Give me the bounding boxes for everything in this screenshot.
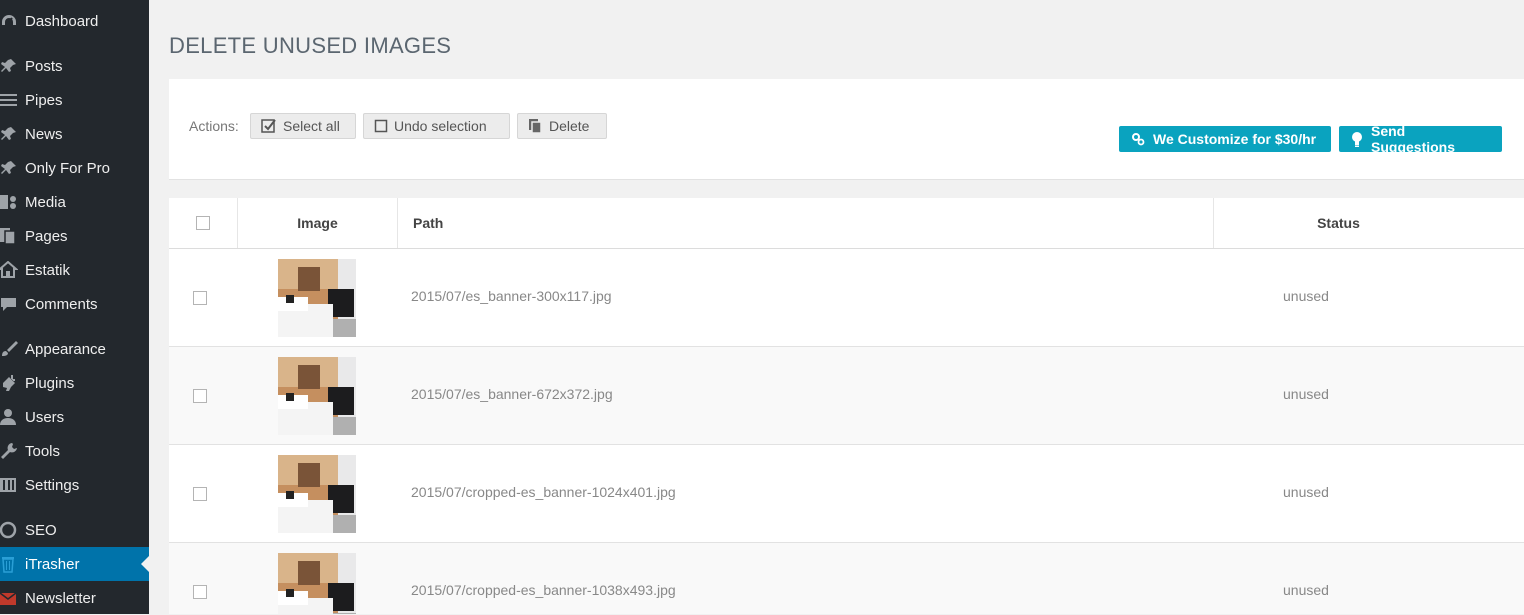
copy-icon bbox=[528, 118, 543, 134]
header-image[interactable]: Image bbox=[237, 198, 397, 248]
table-header: Image Path Status bbox=[169, 198, 1524, 249]
admin-sidebar: Dashboard Posts Pipes News Only For Pro … bbox=[0, 0, 149, 614]
undo-selection-button[interactable]: Undo selection bbox=[363, 113, 510, 139]
wrench-icon bbox=[0, 434, 25, 468]
sidebar-item-label: News bbox=[25, 125, 63, 143]
select-all-button[interactable]: Select all bbox=[250, 113, 356, 139]
image-thumbnail[interactable] bbox=[278, 357, 356, 435]
sidebar-item-label: iTrasher bbox=[25, 555, 80, 573]
sidebar-item-plugins[interactable]: Plugins bbox=[0, 366, 149, 400]
sidebar-item-only-for-pro[interactable]: Only For Pro bbox=[0, 151, 149, 185]
sidebar-item-newsletter[interactable]: Newsletter bbox=[0, 581, 149, 615]
brush-icon bbox=[0, 332, 25, 366]
sidebar-item-label: Plugins bbox=[25, 374, 75, 392]
customize-button[interactable]: We Customize for $30/hr bbox=[1119, 126, 1331, 152]
sidebar-item-itrasher[interactable]: iTrasher bbox=[0, 547, 149, 581]
sidebar-item-label: Appearance bbox=[25, 340, 106, 358]
image-path: 2015/07/cropped-es_banner-1038x493.jpg bbox=[411, 582, 676, 598]
actions-label: Actions: bbox=[189, 118, 239, 134]
trash-icon bbox=[0, 547, 25, 581]
sidebar-item-label: SEO bbox=[25, 521, 57, 539]
image-thumbnail[interactable] bbox=[278, 455, 356, 533]
image-thumbnail[interactable] bbox=[278, 259, 356, 337]
row-checkbox[interactable] bbox=[193, 291, 207, 305]
sidebar-item-pipes[interactable]: Pipes bbox=[0, 83, 149, 117]
sidebar-item-settings[interactable]: Settings bbox=[0, 468, 149, 502]
pin-icon bbox=[0, 49, 25, 83]
sidebar-item-label: Pipes bbox=[25, 91, 63, 109]
list-icon bbox=[0, 83, 25, 117]
sidebar-item-media[interactable]: Media bbox=[0, 185, 149, 219]
table-row: 2015/07/cropped-es_banner-1024x401.jpg u… bbox=[169, 445, 1524, 543]
gears-icon bbox=[1131, 132, 1145, 146]
header-checkbox-cell bbox=[169, 198, 237, 248]
delete-label: Delete bbox=[549, 118, 590, 134]
send-suggestions-label: Send Suggestions bbox=[1371, 123, 1456, 155]
sidebar-item-label: Only For Pro bbox=[25, 159, 111, 177]
image-thumbnail[interactable] bbox=[278, 553, 356, 614]
row-checkbox[interactable] bbox=[193, 389, 207, 403]
table-row: 2015/07/cropped-es_banner-1038x493.jpg u… bbox=[169, 543, 1524, 614]
sidebar-item-label: Dashboard bbox=[25, 12, 99, 30]
lightbulb-icon bbox=[1351, 131, 1363, 147]
sidebar-item-appearance[interactable]: Appearance bbox=[0, 332, 149, 366]
table-row: 2015/07/es_banner-300x117.jpg unused bbox=[169, 249, 1524, 347]
sidebar-item-pages[interactable]: Pages bbox=[0, 219, 149, 253]
mail-icon bbox=[0, 581, 25, 615]
sidebar-item-label: Estatik bbox=[25, 261, 71, 279]
empty-box-icon bbox=[374, 119, 388, 133]
sidebar-item-label: Posts bbox=[25, 57, 63, 75]
sidebar-item-dashboard[interactable]: Dashboard bbox=[0, 4, 149, 38]
sidebar-item-label: Pages bbox=[25, 227, 68, 245]
sidebar-item-tools[interactable]: Tools bbox=[0, 434, 149, 468]
send-suggestions-button[interactable]: Send Suggestions bbox=[1339, 123, 1502, 155]
select-all-label: Select all bbox=[283, 118, 340, 134]
sidebar-item-estatik[interactable]: Estatik bbox=[0, 253, 149, 287]
sidebar-item-label: Comments bbox=[25, 295, 98, 313]
image-path: 2015/07/es_banner-300x117.jpg bbox=[411, 288, 612, 304]
sidebar-item-label: Settings bbox=[25, 476, 80, 494]
comment-icon bbox=[0, 287, 25, 321]
header-status[interactable]: Status bbox=[1213, 198, 1463, 248]
user-icon bbox=[0, 400, 25, 434]
status-text: unused bbox=[1283, 288, 1329, 304]
select-all-checkbox[interactable] bbox=[196, 216, 210, 230]
sidebar-item-news[interactable]: News bbox=[0, 117, 149, 151]
sidebar-item-seo[interactable]: SEO bbox=[0, 513, 149, 547]
sidebar-item-label: Media bbox=[25, 193, 66, 211]
delete-button[interactable]: Delete bbox=[517, 113, 607, 139]
sidebar-item-users[interactable]: Users bbox=[0, 400, 149, 434]
row-checkbox[interactable] bbox=[193, 487, 207, 501]
pin-icon bbox=[0, 117, 25, 151]
images-table: Image Path Status 2015/07/es_banner-300x… bbox=[169, 198, 1524, 614]
customize-label: We Customize for $30/hr bbox=[1153, 131, 1317, 147]
image-path: 2015/07/cropped-es_banner-1024x401.jpg bbox=[411, 484, 676, 500]
table-row: 2015/07/es_banner-672x372.jpg unused bbox=[169, 347, 1524, 445]
plug-icon bbox=[0, 366, 25, 400]
header-path[interactable]: Path bbox=[397, 198, 1213, 248]
status-text: unused bbox=[1283, 386, 1329, 402]
sidebar-item-label: Tools bbox=[25, 442, 61, 460]
sidebar-item-label: Users bbox=[25, 408, 65, 426]
pages-icon bbox=[0, 219, 25, 253]
sidebar-item-label: Newsletter bbox=[25, 589, 96, 607]
seo-icon bbox=[0, 513, 25, 547]
dashboard-icon bbox=[0, 4, 25, 38]
undo-selection-label: Undo selection bbox=[394, 118, 487, 134]
checked-box-icon bbox=[261, 118, 277, 134]
media-icon bbox=[0, 185, 25, 219]
actions-panel: Actions: Select all Undo selection Delet… bbox=[169, 79, 1524, 180]
home-icon bbox=[0, 253, 25, 287]
row-checkbox[interactable] bbox=[193, 585, 207, 599]
sidebar-item-posts[interactable]: Posts bbox=[0, 49, 149, 83]
status-text: unused bbox=[1283, 582, 1329, 598]
sidebar-item-comments[interactable]: Comments bbox=[0, 287, 149, 321]
pin-icon bbox=[0, 151, 25, 185]
image-path: 2015/07/es_banner-672x372.jpg bbox=[411, 386, 613, 402]
status-text: unused bbox=[1283, 484, 1329, 500]
sliders-icon bbox=[0, 468, 25, 502]
page-title: DELETE UNUSED IMAGES bbox=[169, 33, 452, 58]
